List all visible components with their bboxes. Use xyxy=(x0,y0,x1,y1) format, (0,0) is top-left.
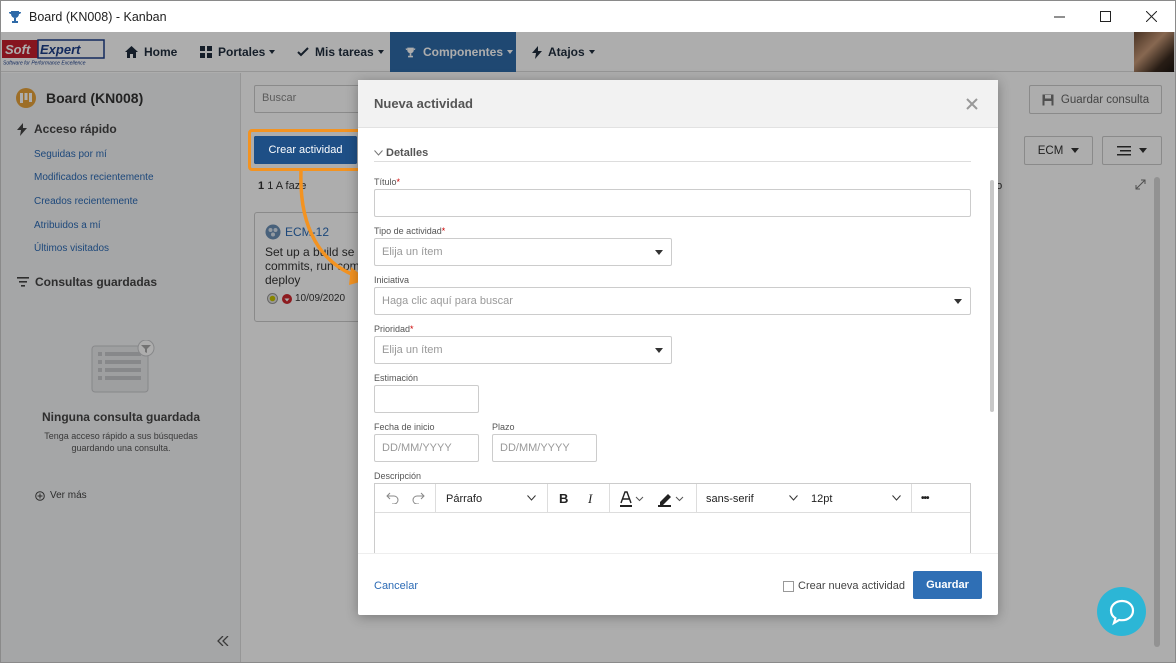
title-bar: Board (KN008) - Kanban xyxy=(1,1,1175,32)
modal-body: Detalles Título* Tipo de actividad* Elij… xyxy=(358,128,998,553)
required-mark: * xyxy=(396,177,401,187)
font-size-label: 12pt xyxy=(811,492,833,505)
maximize-icon xyxy=(1099,11,1111,22)
highlight-frame xyxy=(248,129,362,171)
chevron-down-icon xyxy=(527,495,536,501)
type-placeholder: Elija un ítem xyxy=(382,246,443,258)
undo-icon[interactable] xyxy=(386,492,399,504)
title-label: Título* xyxy=(374,177,400,187)
checkbox-box[interactable] xyxy=(783,580,794,592)
chat-bubble-icon xyxy=(1109,599,1134,625)
priority-label-text: Prioridad xyxy=(374,324,411,334)
maximize-button[interactable] xyxy=(1082,1,1128,32)
initiative-label: Iniciativa xyxy=(374,275,410,285)
bold-button[interactable]: B xyxy=(559,484,568,513)
details-label: Detalles xyxy=(386,146,429,159)
caret-down-icon xyxy=(954,299,962,304)
app-window: Board (KN008) - Kanban Soft Expert Softw… xyxy=(0,0,1176,663)
start-date-label: Fecha de inicio xyxy=(374,422,435,432)
title-input[interactable] xyxy=(374,189,971,217)
window-title: Board (KN008) - Kanban xyxy=(29,9,167,24)
priority-placeholder: Elija un ítem xyxy=(382,344,443,356)
redo-icon[interactable] xyxy=(412,492,425,504)
modal-title: Nueva actividad xyxy=(374,96,473,111)
new-activity-modal: Nueva actividad Detalles Título* Tipo de… xyxy=(358,80,998,615)
editor-toolbar: Párrafo B I sans-serif 12pt ••• xyxy=(375,484,970,513)
description-label: Descripción xyxy=(374,471,422,481)
create-another-label: Crear nueva actividad xyxy=(798,580,906,592)
chevron-down-icon xyxy=(789,495,798,501)
type-label: Tipo de actividad* xyxy=(374,226,445,236)
close-icon[interactable] xyxy=(964,96,980,112)
highlighter-icon xyxy=(658,493,684,507)
modal-scrollbar[interactable] xyxy=(990,180,994,412)
close-icon xyxy=(1145,11,1157,22)
initiative-select[interactable]: Haga clic aquí para buscar xyxy=(374,287,971,315)
minimize-window-button[interactable] xyxy=(1036,1,1082,32)
text-color-icon xyxy=(620,490,644,507)
chat-button[interactable] xyxy=(1097,587,1146,636)
deadline-input[interactable]: DD/MM/YYYY xyxy=(492,434,597,462)
italic-button[interactable]: I xyxy=(588,484,592,513)
caret-down-icon xyxy=(655,348,663,353)
create-another-checkbox[interactable]: Crear nueva actividad xyxy=(783,580,905,592)
start-date-input[interactable]: DD/MM/YYYY xyxy=(374,434,479,462)
title-label-text: Título xyxy=(374,177,397,187)
text-color-button[interactable] xyxy=(620,484,644,513)
block-format-select[interactable]: Párrafo xyxy=(446,484,536,513)
chevron-down-icon xyxy=(892,495,901,501)
estimate-label: Estimación xyxy=(374,373,419,383)
details-section-header[interactable]: Detalles xyxy=(374,144,971,162)
cancel-button[interactable]: Cancelar xyxy=(374,580,418,592)
save-button[interactable]: Guardar xyxy=(913,571,982,599)
description-editor[interactable]: Párrafo B I sans-serif 12pt ••• xyxy=(374,483,971,553)
initiative-placeholder: Haga clic aquí para buscar xyxy=(382,295,513,307)
type-select[interactable]: Elija un ítem xyxy=(374,238,672,266)
minimize-icon xyxy=(1053,16,1065,18)
font-size-select[interactable]: 12pt xyxy=(811,484,901,513)
block-format-label: Párrafo xyxy=(446,492,483,505)
modal-header: Nueva actividad xyxy=(358,80,998,128)
highlight-color-button[interactable] xyxy=(658,484,684,513)
priority-select[interactable]: Elija un ítem xyxy=(374,336,672,364)
deadline-label: Plazo xyxy=(492,422,515,432)
caret-down-icon xyxy=(655,250,663,255)
font-family-select[interactable]: sans-serif xyxy=(706,484,798,513)
required-mark: * xyxy=(410,324,414,334)
close-window-button[interactable] xyxy=(1128,1,1174,32)
trophy-icon xyxy=(9,10,21,23)
chevron-down-icon xyxy=(374,149,383,156)
font-family-label: sans-serif xyxy=(706,492,754,505)
more-options-button[interactable]: ••• xyxy=(921,484,929,513)
required-mark: * xyxy=(441,226,446,236)
estimate-input[interactable] xyxy=(374,385,479,413)
modal-footer: Cancelar Crear nueva actividad Guardar xyxy=(358,553,998,615)
type-label-text: Tipo de actividad xyxy=(374,226,442,236)
priority-label: Prioridad* xyxy=(374,324,414,334)
